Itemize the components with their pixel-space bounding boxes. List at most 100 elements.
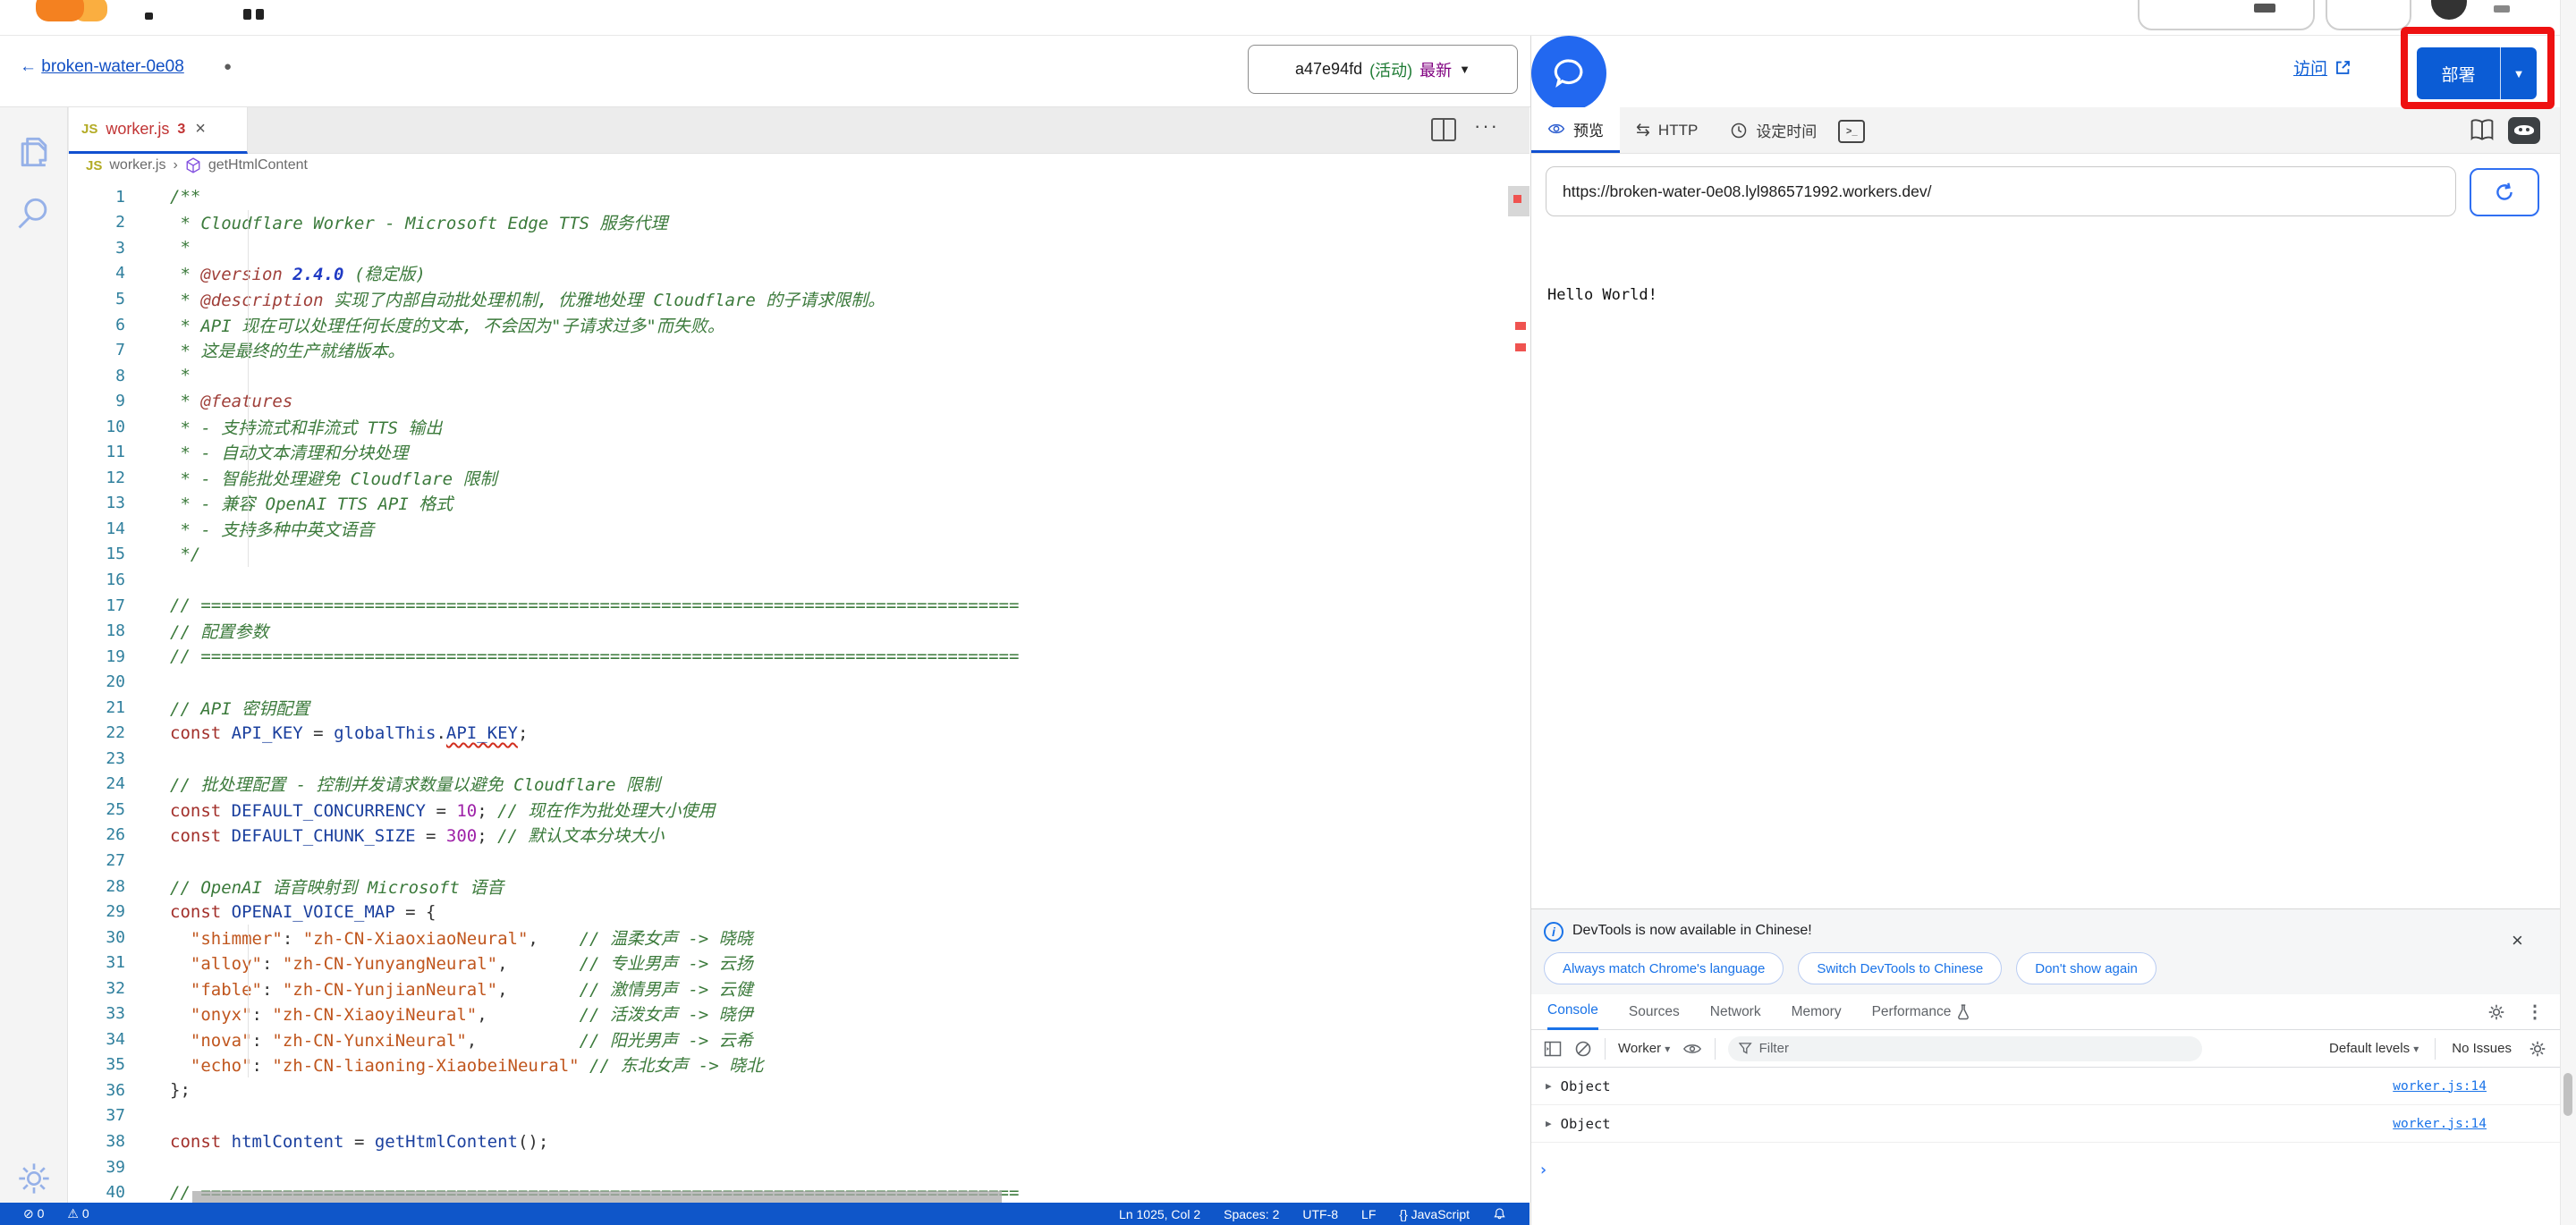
code-line[interactable]: 14 * - 支持多种中英文语音 [68,516,1508,542]
settings-gear-icon[interactable] [16,1161,52,1196]
bell-icon[interactable] [1493,1207,1506,1221]
code-line[interactable]: 17// ===================================… [68,593,1508,619]
version-select[interactable]: a47e94fd (活动) 最新 ▼ [1248,45,1518,94]
back-link[interactable]: ← broken-water-0e08 [20,57,184,77]
console-log-row[interactable]: ▶Objectworker.js:14 [1531,1068,2560,1105]
code-line[interactable]: 25const DEFAULT_CONCURRENCY = 10; // 现在作… [68,797,1508,823]
match-language-button[interactable]: Always match Chrome's language [1544,952,1784,984]
code-line[interactable]: 38const htmlContent = getHtmlContent(); [68,1128,1508,1154]
cursor-position[interactable]: Ln 1025, Col 2 [1119,1207,1200,1221]
split-editor-icon[interactable] [1431,118,1456,141]
close-icon[interactable]: × [2512,929,2523,952]
console-settings-gear-icon[interactable] [2528,1039,2547,1059]
filter-input[interactable] [1759,1041,2192,1056]
console-prompt[interactable]: › [1538,1161,1548,1179]
clipped-search-box[interactable] [2138,0,2315,30]
tab-schedule[interactable]: 设定时间 [1714,107,1833,153]
code-line[interactable]: 5 * @description 实现了内部自动批处理机制, 优雅地处理 Clo… [68,286,1508,312]
terminal-icon[interactable]: >_ [1838,120,1865,143]
visit-link[interactable]: 访问 [2293,55,2351,80]
dont-show-again-button[interactable]: Don't show again [2016,952,2157,984]
deploy-caret-button[interactable]: ▼ [2501,47,2537,99]
deploy-label[interactable]: 部署 [2417,47,2501,99]
clipped-account-icon[interactable] [2431,0,2467,20]
code-line[interactable]: 39 [68,1154,1508,1180]
code-line[interactable]: 33 "onyx": "zh-CN-XiaoyiNeural", // 活泼女声… [68,1001,1508,1027]
code-line[interactable]: 2 * Cloudflare Worker - Microsoft Edge T… [68,210,1508,236]
tab-network[interactable]: Network [1710,994,1761,1030]
encoding[interactable]: UTF-8 [1302,1207,1338,1221]
code-line[interactable]: 13 * - 兼容 OpenAI TTS API 格式 [68,491,1508,517]
expand-triangle-icon[interactable]: ▶ [1546,1118,1552,1129]
tab-performance[interactable]: Performance [1872,994,1971,1030]
code-line[interactable]: 35 "echo": "zh-CN-liaoning-XiaobeiNeural… [68,1052,1508,1078]
breadcrumb-file[interactable]: worker.js [109,157,165,173]
code-line[interactable]: 23 [68,746,1508,772]
warning-count[interactable]: ⚠ 0 [67,1206,89,1221]
tab-http[interactable]: ⇆ HTTP [1620,107,1714,153]
breadcrumb-symbol[interactable]: getHtmlContent [208,157,308,173]
code-line[interactable]: 1/** [68,184,1508,210]
code-line[interactable]: 31 "alloy": "zh-CN-YunyangNeural", // 专业… [68,950,1508,976]
code-line[interactable]: 36}; [68,1077,1508,1103]
kebab-menu-icon[interactable]: ⋮ [2526,1001,2544,1023]
code-line[interactable]: 6 * API 现在可以处理任何长度的文本, 不会因为"子请求过多"而失败。 [68,312,1508,338]
live-expression-eye-icon[interactable] [1682,1042,1702,1056]
code-line[interactable]: 19// ===================================… [68,644,1508,670]
code-line[interactable]: 11 * - 自动文本清理和分块处理 [68,439,1508,465]
code-line[interactable]: 18// 配置参数 [68,618,1508,644]
language-mode[interactable]: {} JavaScript [1399,1207,1470,1221]
tab-memory[interactable]: Memory [1792,994,1842,1030]
page-scrollbar[interactable] [2560,0,2576,1225]
code-line[interactable]: 27 [68,848,1508,874]
filter-field[interactable] [1728,1036,2202,1061]
code-line[interactable]: 16 [68,567,1508,593]
files-icon[interactable] [14,132,54,172]
log-source-link[interactable]: worker.js:14 [2393,1117,2487,1131]
close-icon[interactable]: × [195,119,206,139]
more-actions-icon[interactable]: ··· [1474,114,1499,138]
editor-tab-workerjs[interactable]: JS worker.js 3 × [69,107,248,154]
code-line[interactable]: 3 * [68,235,1508,261]
no-issues-label[interactable]: No Issues [2452,1041,2512,1056]
code-line[interactable]: 22const API_KEY = globalThis.API_KEY; [68,720,1508,746]
clipped-toolbar-button[interactable] [2326,0,2411,30]
code-line[interactable]: 10 * - 支持流式和非流式 TTS 输出 [68,414,1508,440]
refresh-button[interactable] [2470,168,2539,216]
code-line[interactable]: 12 * - 智能批处理避免 Cloudflare 限制 [68,465,1508,491]
code-line[interactable]: 30 "shimmer": "zh-CN-XiaoxiaoNeural", //… [68,925,1508,950]
log-source-link[interactable]: worker.js:14 [2393,1079,2487,1094]
code-line[interactable]: 15 */ [68,542,1508,568]
code-line[interactable]: 37 [68,1103,1508,1129]
expand-triangle-icon[interactable]: ▶ [1546,1080,1552,1092]
code-line[interactable]: 29const OPENAI_VOICE_MAP = { [68,899,1508,925]
code-line[interactable]: 9 * @features [68,388,1508,414]
clear-console-icon[interactable] [1574,1040,1592,1058]
code-line[interactable]: 20 [68,669,1508,695]
console-log-row[interactable]: ▶Objectworker.js:14 [1531,1105,2560,1143]
error-count[interactable]: ⊘ 0 [23,1206,44,1221]
indentation[interactable]: Spaces: 2 [1224,1207,1279,1221]
search-icon[interactable] [14,193,54,232]
tab-sources[interactable]: Sources [1629,994,1680,1030]
chat-fab[interactable] [1531,36,1606,111]
code-line[interactable]: 8 * [68,363,1508,389]
code-line[interactable]: 24// 批处理配置 - 控制并发请求数量以避免 Cloudflare 限制 [68,772,1508,798]
code-line[interactable]: 21// API 密钥配置 [68,695,1508,721]
discord-icon[interactable] [2508,117,2540,144]
worker-context-dropdown[interactable]: Worker ▾ [1618,1041,1670,1056]
code-line[interactable]: 32 "fable": "zh-CN-YunjianNeural", // 激情… [68,976,1508,1001]
code-line[interactable]: 4 * @version 2.4.0 (稳定版) [68,261,1508,287]
code-line[interactable]: 7 * 这是最终的生产就绪版本。 [68,337,1508,363]
code-line[interactable]: 28// OpenAI 语音映射到 Microsoft 语音 [68,874,1508,900]
tab-preview[interactable]: 预览 [1531,107,1620,153]
default-levels-dropdown[interactable]: Default levels ▾ [2329,1041,2419,1056]
eol-type[interactable]: LF [1361,1207,1376,1221]
sidebar-toggle-icon[interactable] [1544,1040,1562,1058]
code-line[interactable]: 26const DEFAULT_CHUNK_SIZE = 300; // 默认文… [68,823,1508,849]
clipped-help-icon[interactable] [2494,5,2510,13]
tab-console[interactable]: Console [1547,994,1598,1030]
docs-book-icon[interactable] [2469,118,2496,143]
url-input[interactable] [1546,166,2456,216]
code-editor[interactable]: 1/**2 * Cloudflare Worker - Microsoft Ed… [68,184,1508,1203]
